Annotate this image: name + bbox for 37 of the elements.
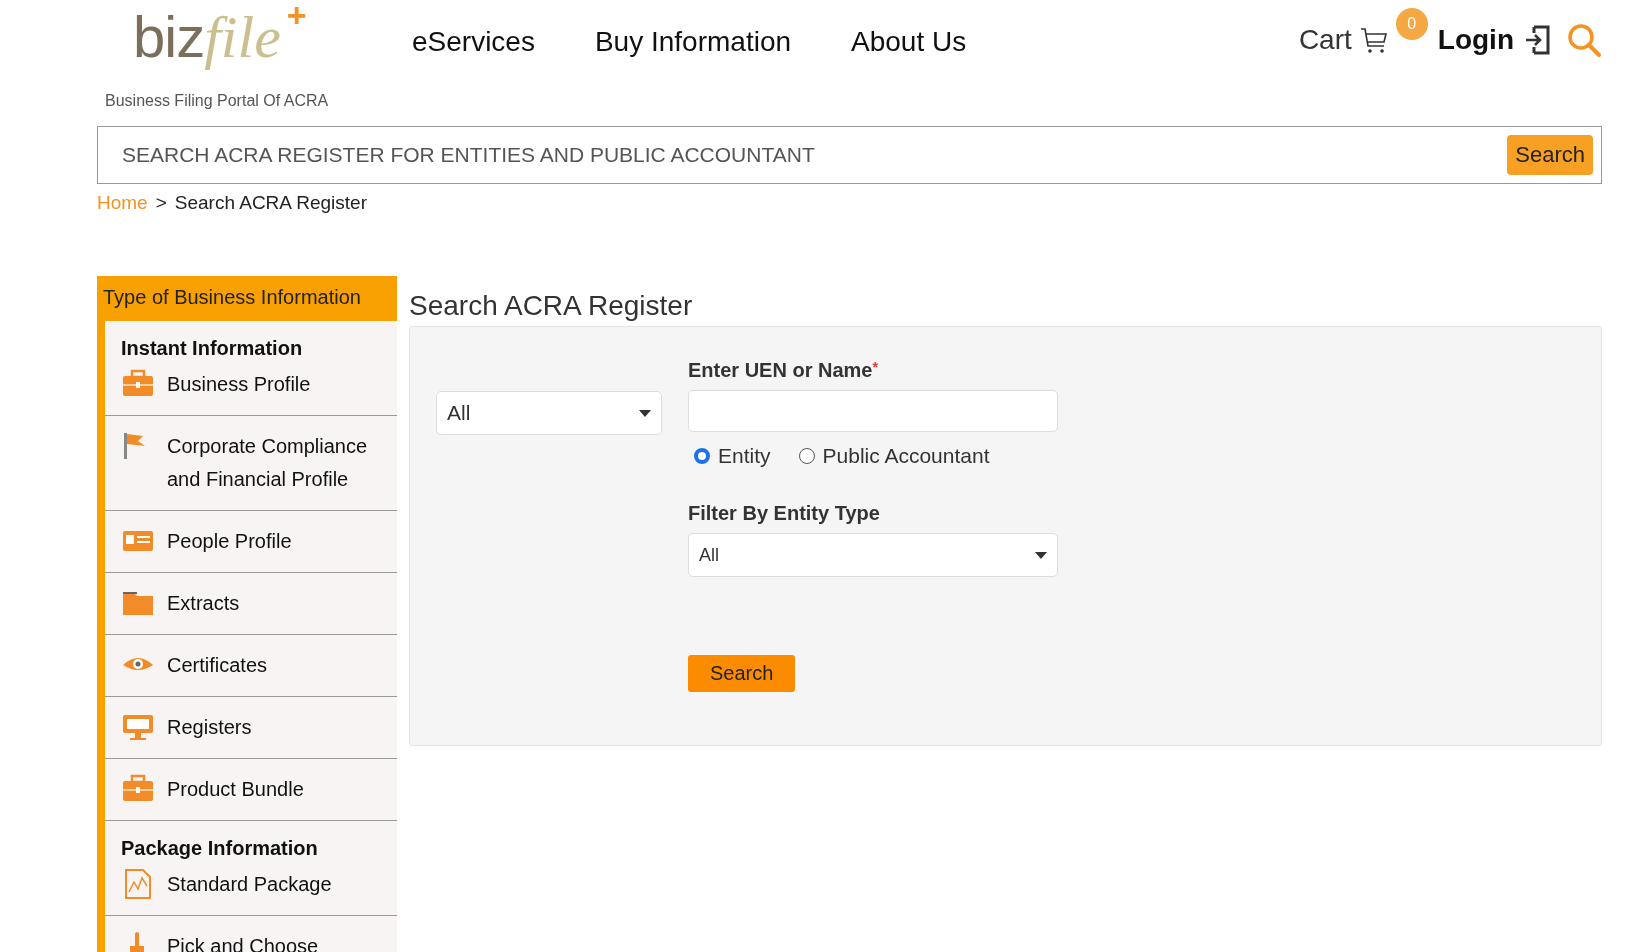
breadcrumb-current: Search ACRA Register	[174, 192, 367, 214]
field-label: Filter By Entity Type	[688, 502, 881, 525]
sidebar-item[interactable]: Product Bundle	[105, 759, 397, 821]
sign-in-icon	[1524, 25, 1550, 55]
logo[interactable]: bizfile+	[127, 0, 311, 70]
search-button[interactable]: Search	[688, 655, 796, 692]
nav-link[interactable]: eServices	[412, 26, 535, 58]
field-label: Enter UEN or Name*	[688, 359, 879, 382]
cart-count-badge: 0	[1395, 8, 1428, 40]
sidebar-heading: Package Information	[120, 836, 319, 860]
login-link[interactable]: Login	[1437, 24, 1550, 56]
sidebar-item[interactable]: Business Profile	[105, 360, 397, 416]
search-button[interactable]: Search	[1507, 135, 1593, 175]
cart-icon	[1359, 26, 1388, 54]
scope-select[interactable]: All	[436, 391, 662, 435]
cart-link[interactable]: Cart 0	[1298, 8, 1428, 56]
entity-type-select[interactable]: All	[688, 533, 1058, 577]
sidebar-item[interactable]: Registers	[105, 697, 397, 759]
tagline: Business Filing Portal Of ACRA	[105, 92, 330, 110]
caret-icon	[1035, 551, 1047, 559]
breadcrumb-separator: >	[155, 192, 167, 214]
nav-link[interactable]: Buy Information	[594, 26, 792, 58]
nav-link[interactable]: About Us	[851, 26, 967, 58]
page-title: Search ACRA Register	[409, 290, 694, 322]
sidebar-item[interactable]: Standard Package	[105, 860, 397, 916]
radio-option[interactable]: Entity	[694, 444, 771, 468]
radio-option[interactable]: Public Accountant	[798, 444, 990, 468]
sidebar-item[interactable]: Certificates	[105, 635, 397, 697]
sidebar-heading: Instant Information	[120, 336, 304, 360]
sidebar-item[interactable]: People Profile	[105, 511, 397, 573]
register-search-field[interactable]: SEARCH ACRA REGISTER FOR ENTITIES AND PUBLIC ACCOUNTANT Search	[97, 126, 1602, 184]
caret-icon	[639, 409, 651, 417]
sidebar-item[interactable]: Corporate Compliance and Financial Profile	[105, 416, 397, 511]
search-icon[interactable]	[1566, 22, 1602, 58]
sidebar-title: Type of Business Information	[103, 276, 397, 321]
sidebar-item[interactable]: Extracts	[105, 573, 397, 635]
uen-name-input[interactable]	[688, 390, 1058, 432]
